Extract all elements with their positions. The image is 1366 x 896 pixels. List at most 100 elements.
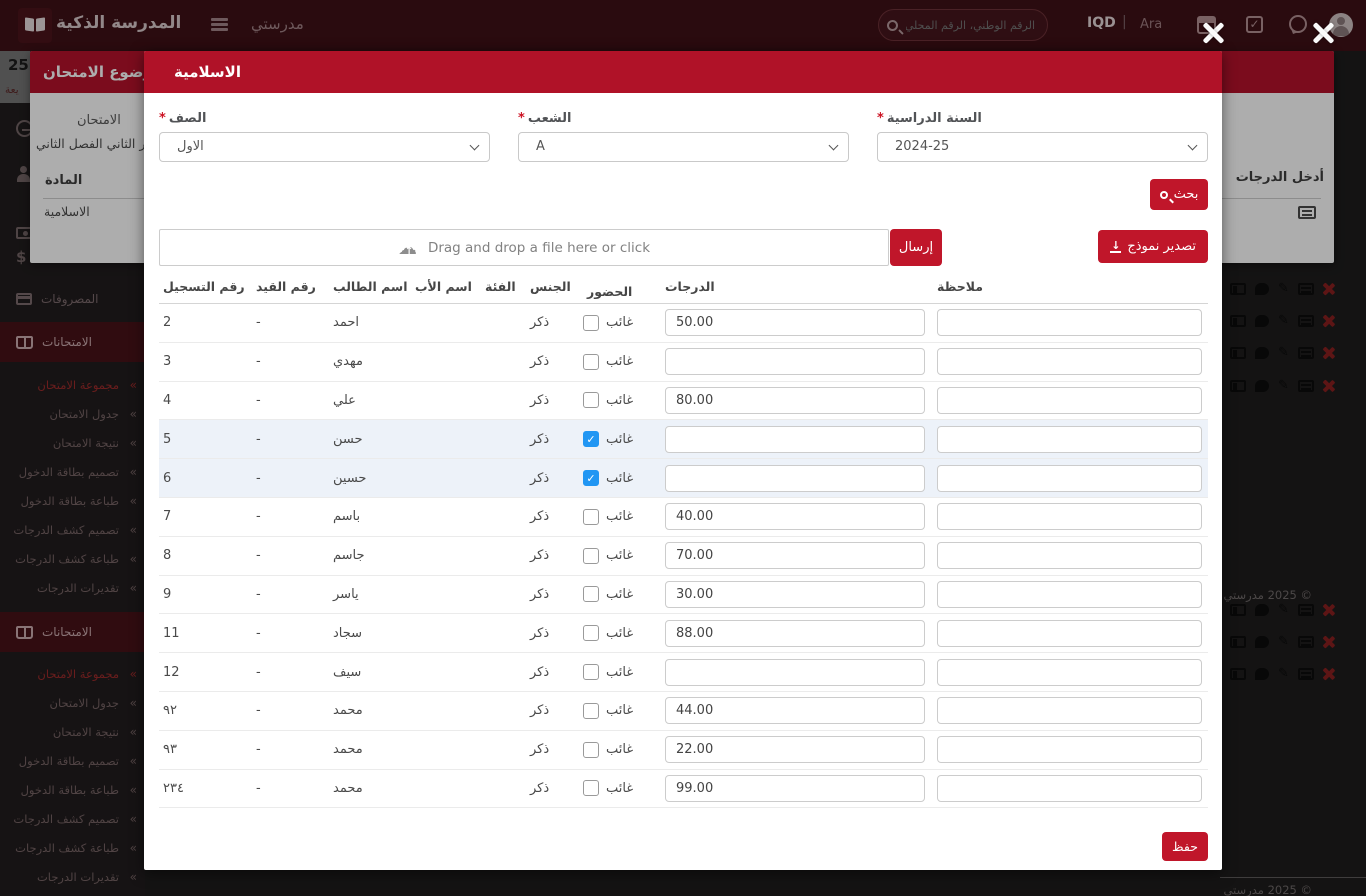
upload-cloud-icon: ☁↑ [398, 239, 420, 257]
attendance-cell: غائب [583, 625, 661, 641]
grade-input[interactable] [665, 309, 925, 336]
column-header: الفئة [481, 279, 526, 303]
absence-checkbox[interactable] [583, 780, 599, 796]
absence-checkbox[interactable] [583, 392, 599, 408]
note-input[interactable] [937, 465, 1202, 492]
gender: ذكر [526, 587, 583, 602]
save-button[interactable]: حفظ [1162, 832, 1208, 861]
table-row: 4-عليذكرغائب [159, 382, 1208, 421]
grade-input[interactable] [665, 581, 925, 608]
note-input[interactable] [937, 620, 1202, 647]
note-input[interactable] [937, 503, 1202, 530]
grade-input[interactable] [665, 348, 925, 375]
absence-checkbox[interactable] [583, 548, 599, 564]
enroll-number: - [252, 626, 329, 641]
registration-number: ٩٢ [159, 703, 252, 718]
note-input[interactable] [937, 426, 1202, 453]
student-name: سجاد [329, 626, 411, 641]
file-dropzone[interactable]: ☁↑ Drag and drop a file here or click [159, 229, 889, 266]
student-name: محمد [329, 703, 411, 718]
note-input[interactable] [937, 775, 1202, 802]
absence-checkbox[interactable] [583, 586, 599, 602]
enroll-number: - [252, 781, 329, 796]
grade-input[interactable] [665, 736, 925, 763]
absent-label: غائب [606, 315, 633, 330]
gender: ذكر [526, 665, 583, 680]
filter-label: الصف* [159, 111, 490, 129]
student-name: احمد [329, 315, 411, 330]
enroll-number: - [252, 432, 329, 447]
gender: ذكر [526, 703, 583, 718]
absence-checkbox[interactable] [583, 664, 599, 680]
absence-checkbox[interactable] [583, 742, 599, 758]
dialog-title: الاسلامية [144, 51, 1222, 93]
table-row: 9-ياسرذكرغائب [159, 576, 1208, 615]
note-input[interactable] [937, 542, 1202, 569]
registration-number: 4 [159, 393, 252, 408]
grade-input[interactable] [665, 426, 925, 453]
absence-checkbox[interactable] [583, 703, 599, 719]
grade-input[interactable] [665, 659, 925, 686]
gender: ذكر [526, 432, 583, 447]
send-button[interactable]: إرسال [890, 229, 942, 266]
filter-select[interactable]: 2024-25 [877, 132, 1208, 162]
column-header: الدرجات [661, 279, 929, 303]
gender: ذكر [526, 354, 583, 369]
absent-label: غائب [606, 432, 633, 447]
absent-label: غائب [606, 548, 633, 563]
registration-number: 6 [159, 471, 252, 486]
note-input[interactable] [937, 697, 1202, 724]
table-row: 8-جاسمذكرغائب [159, 537, 1208, 576]
table-row: 3-مهديذكرغائب [159, 343, 1208, 382]
registration-number: 5 [159, 432, 252, 447]
grade-input[interactable] [665, 465, 925, 492]
filter-select[interactable]: A [518, 132, 849, 162]
attendance-cell: غائب [583, 315, 661, 331]
grade-input[interactable] [665, 775, 925, 802]
attendance-cell: غائب [583, 664, 661, 680]
absence-checkbox[interactable] [583, 354, 599, 370]
absent-label: غائب [606, 703, 633, 718]
gender: ذكر [526, 742, 583, 757]
note-input[interactable] [937, 581, 1202, 608]
grades-entry-dialog: الاسلامية الصف*الاولالشعب*Aالسنة الدراسي… [144, 51, 1222, 870]
note-input[interactable] [937, 387, 1202, 414]
table-row: 11-سجادذكرغائب [159, 614, 1208, 653]
absent-label: غائب [606, 665, 633, 680]
attendance-cell: غائب [583, 509, 661, 525]
absence-checkbox[interactable] [583, 509, 599, 525]
absence-checkbox[interactable] [583, 315, 599, 331]
grade-input[interactable] [665, 620, 925, 647]
close-icon[interactable] [1200, 20, 1226, 46]
enroll-number: - [252, 742, 329, 757]
gender: ذكر [526, 393, 583, 408]
chevron-down-icon [470, 141, 480, 151]
grade-input[interactable] [665, 542, 925, 569]
grade-input[interactable] [665, 697, 925, 724]
registration-number: 2 [159, 315, 252, 330]
enroll-number: - [252, 471, 329, 486]
grade-input[interactable] [665, 503, 925, 530]
attendance-cell: ✓غائب [583, 470, 661, 486]
enroll-number: - [252, 393, 329, 408]
gender: ذكر [526, 471, 583, 486]
note-input[interactable] [937, 736, 1202, 763]
student-name: حسين [329, 471, 411, 486]
registration-number: 11 [159, 626, 252, 641]
grade-input[interactable] [665, 387, 925, 414]
absence-checkbox[interactable]: ✓ [583, 470, 599, 486]
absence-checkbox[interactable] [583, 625, 599, 641]
filter-select[interactable]: الاول [159, 132, 490, 162]
close-icon-back[interactable] [1310, 20, 1336, 46]
gender: ذكر [526, 548, 583, 563]
note-input[interactable] [937, 309, 1202, 336]
absence-checkbox[interactable]: ✓ [583, 431, 599, 447]
registration-number: 7 [159, 509, 252, 524]
absent-label: غائب [606, 742, 633, 757]
export-template-button[interactable]: تصدير نموذج ↓ [1098, 230, 1208, 263]
note-input[interactable] [937, 659, 1202, 686]
search-icon [1160, 191, 1168, 199]
search-button[interactable]: بحث [1150, 179, 1208, 210]
table-row: 5-حسنذكر✓غائب [159, 420, 1208, 459]
note-input[interactable] [937, 348, 1202, 375]
